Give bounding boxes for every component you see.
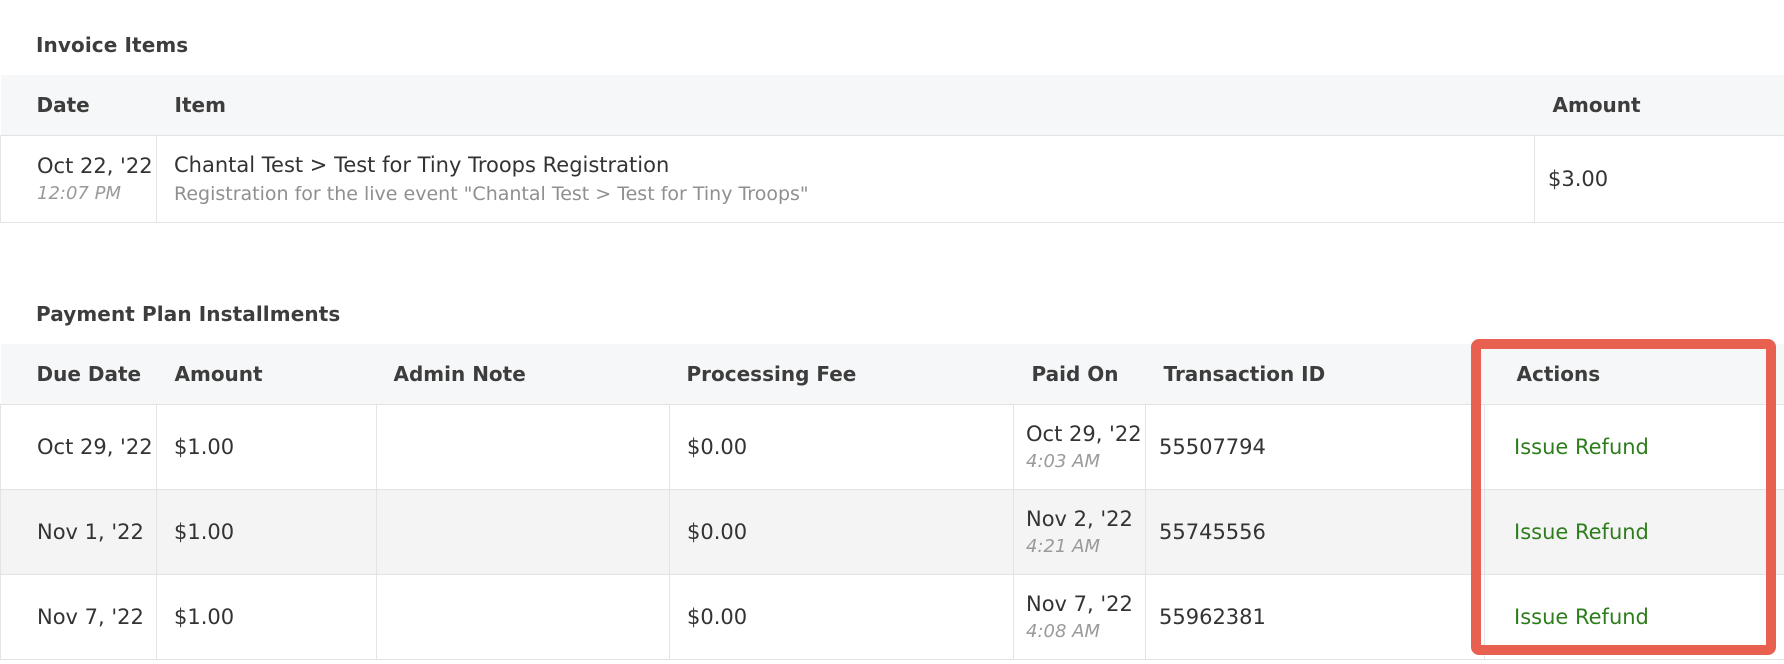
transaction-id-cell: 55507794 [1145, 404, 1485, 490]
column-header-processing-fee: Processing Fee [669, 344, 1014, 405]
due-date-cell: Oct 29, '22 [0, 404, 157, 490]
actions-cell: Issue Refund [1484, 574, 1784, 660]
admin-note-cell [376, 404, 670, 490]
invoice-items-table: Date Item Amount Oct 22, '22 12:07 PM Ch… [0, 75, 1784, 223]
issue-refund-link[interactable]: Issue Refund [1514, 605, 1649, 629]
column-header-admin-note: Admin Note [376, 344, 670, 405]
paid-on-time: 4:03 AM [1026, 450, 1100, 472]
processing-fee-cell: $0.00 [669, 574, 1014, 660]
table-row: Nov 1, '22 $1.00 $0.00 Nov 2, '22 4:21 A… [0, 489, 1784, 575]
date-cell: Oct 22, '22 12:07 PM [0, 135, 157, 223]
table-row: Oct 22, '22 12:07 PM Chantal Test > Test… [0, 135, 1784, 223]
issue-refund-link[interactable]: Issue Refund [1514, 520, 1649, 544]
item-cell: Chantal Test > Test for Tiny Troops Regi… [156, 135, 1535, 223]
amount-cell: $1.00 [156, 574, 377, 660]
amount-cell: $1.00 [156, 404, 377, 490]
paid-on-time: 4:21 AM [1026, 535, 1100, 557]
due-date-cell: Nov 1, '22 [0, 489, 157, 575]
transaction-id-cell: 55962381 [1145, 574, 1485, 660]
table-row: Oct 29, '22 $1.00 $0.00 Oct 29, '22 4:03… [0, 404, 1784, 490]
paid-on-time: 4:08 AM [1026, 620, 1100, 642]
column-header-item: Item [156, 75, 1535, 136]
item-time: 12:07 PM [37, 182, 121, 204]
amount-cell: $3.00 [1534, 135, 1784, 223]
paid-on-cell: Nov 2, '22 4:21 AM [1013, 489, 1146, 575]
amount-cell: $1.00 [156, 489, 377, 575]
installments-title: Payment Plan Installments [36, 302, 341, 326]
column-header-paid-on: Paid On [1013, 344, 1146, 405]
actions-cell: Issue Refund [1484, 404, 1784, 490]
admin-note-cell [376, 489, 670, 575]
paid-on-date: Oct 29, '22 [1026, 421, 1142, 446]
column-header-date: Date [0, 75, 157, 136]
actions-cell: Issue Refund [1484, 489, 1784, 575]
item-description: Registration for the live event "Chantal… [174, 182, 809, 205]
column-header-transaction-id: Transaction ID [1145, 344, 1485, 405]
admin-note-cell [376, 574, 670, 660]
due-date-cell: Nov 7, '22 [0, 574, 157, 660]
item-amount: $3.00 [1548, 166, 1609, 191]
transaction-id-cell: 55745556 [1145, 489, 1485, 575]
invoice-items-title: Invoice Items [36, 33, 189, 57]
processing-fee-cell: $0.00 [669, 489, 1014, 575]
column-header-amount: Amount [156, 344, 377, 405]
issue-refund-link[interactable]: Issue Refund [1514, 435, 1649, 459]
invoice-header-row: Date Item Amount [0, 75, 1784, 136]
paid-on-cell: Oct 29, '22 4:03 AM [1013, 404, 1146, 490]
table-row: Nov 7, '22 $1.00 $0.00 Nov 7, '22 4:08 A… [0, 574, 1784, 660]
processing-fee-cell: $0.00 [669, 404, 1014, 490]
paid-on-cell: Nov 7, '22 4:08 AM [1013, 574, 1146, 660]
column-header-amount: Amount [1534, 75, 1784, 136]
item-date: Oct 22, '22 [37, 153, 153, 178]
column-header-due-date: Due Date [0, 344, 157, 405]
paid-on-date: Nov 2, '22 [1026, 506, 1133, 531]
column-header-actions: Actions [1484, 344, 1784, 405]
installments-header-row: Due Date Amount Admin Note Processing Fe… [0, 344, 1784, 405]
paid-on-date: Nov 7, '22 [1026, 591, 1133, 616]
item-name: Chantal Test > Test for Tiny Troops Regi… [174, 152, 670, 177]
installments-table: Due Date Amount Admin Note Processing Fe… [0, 344, 1784, 660]
